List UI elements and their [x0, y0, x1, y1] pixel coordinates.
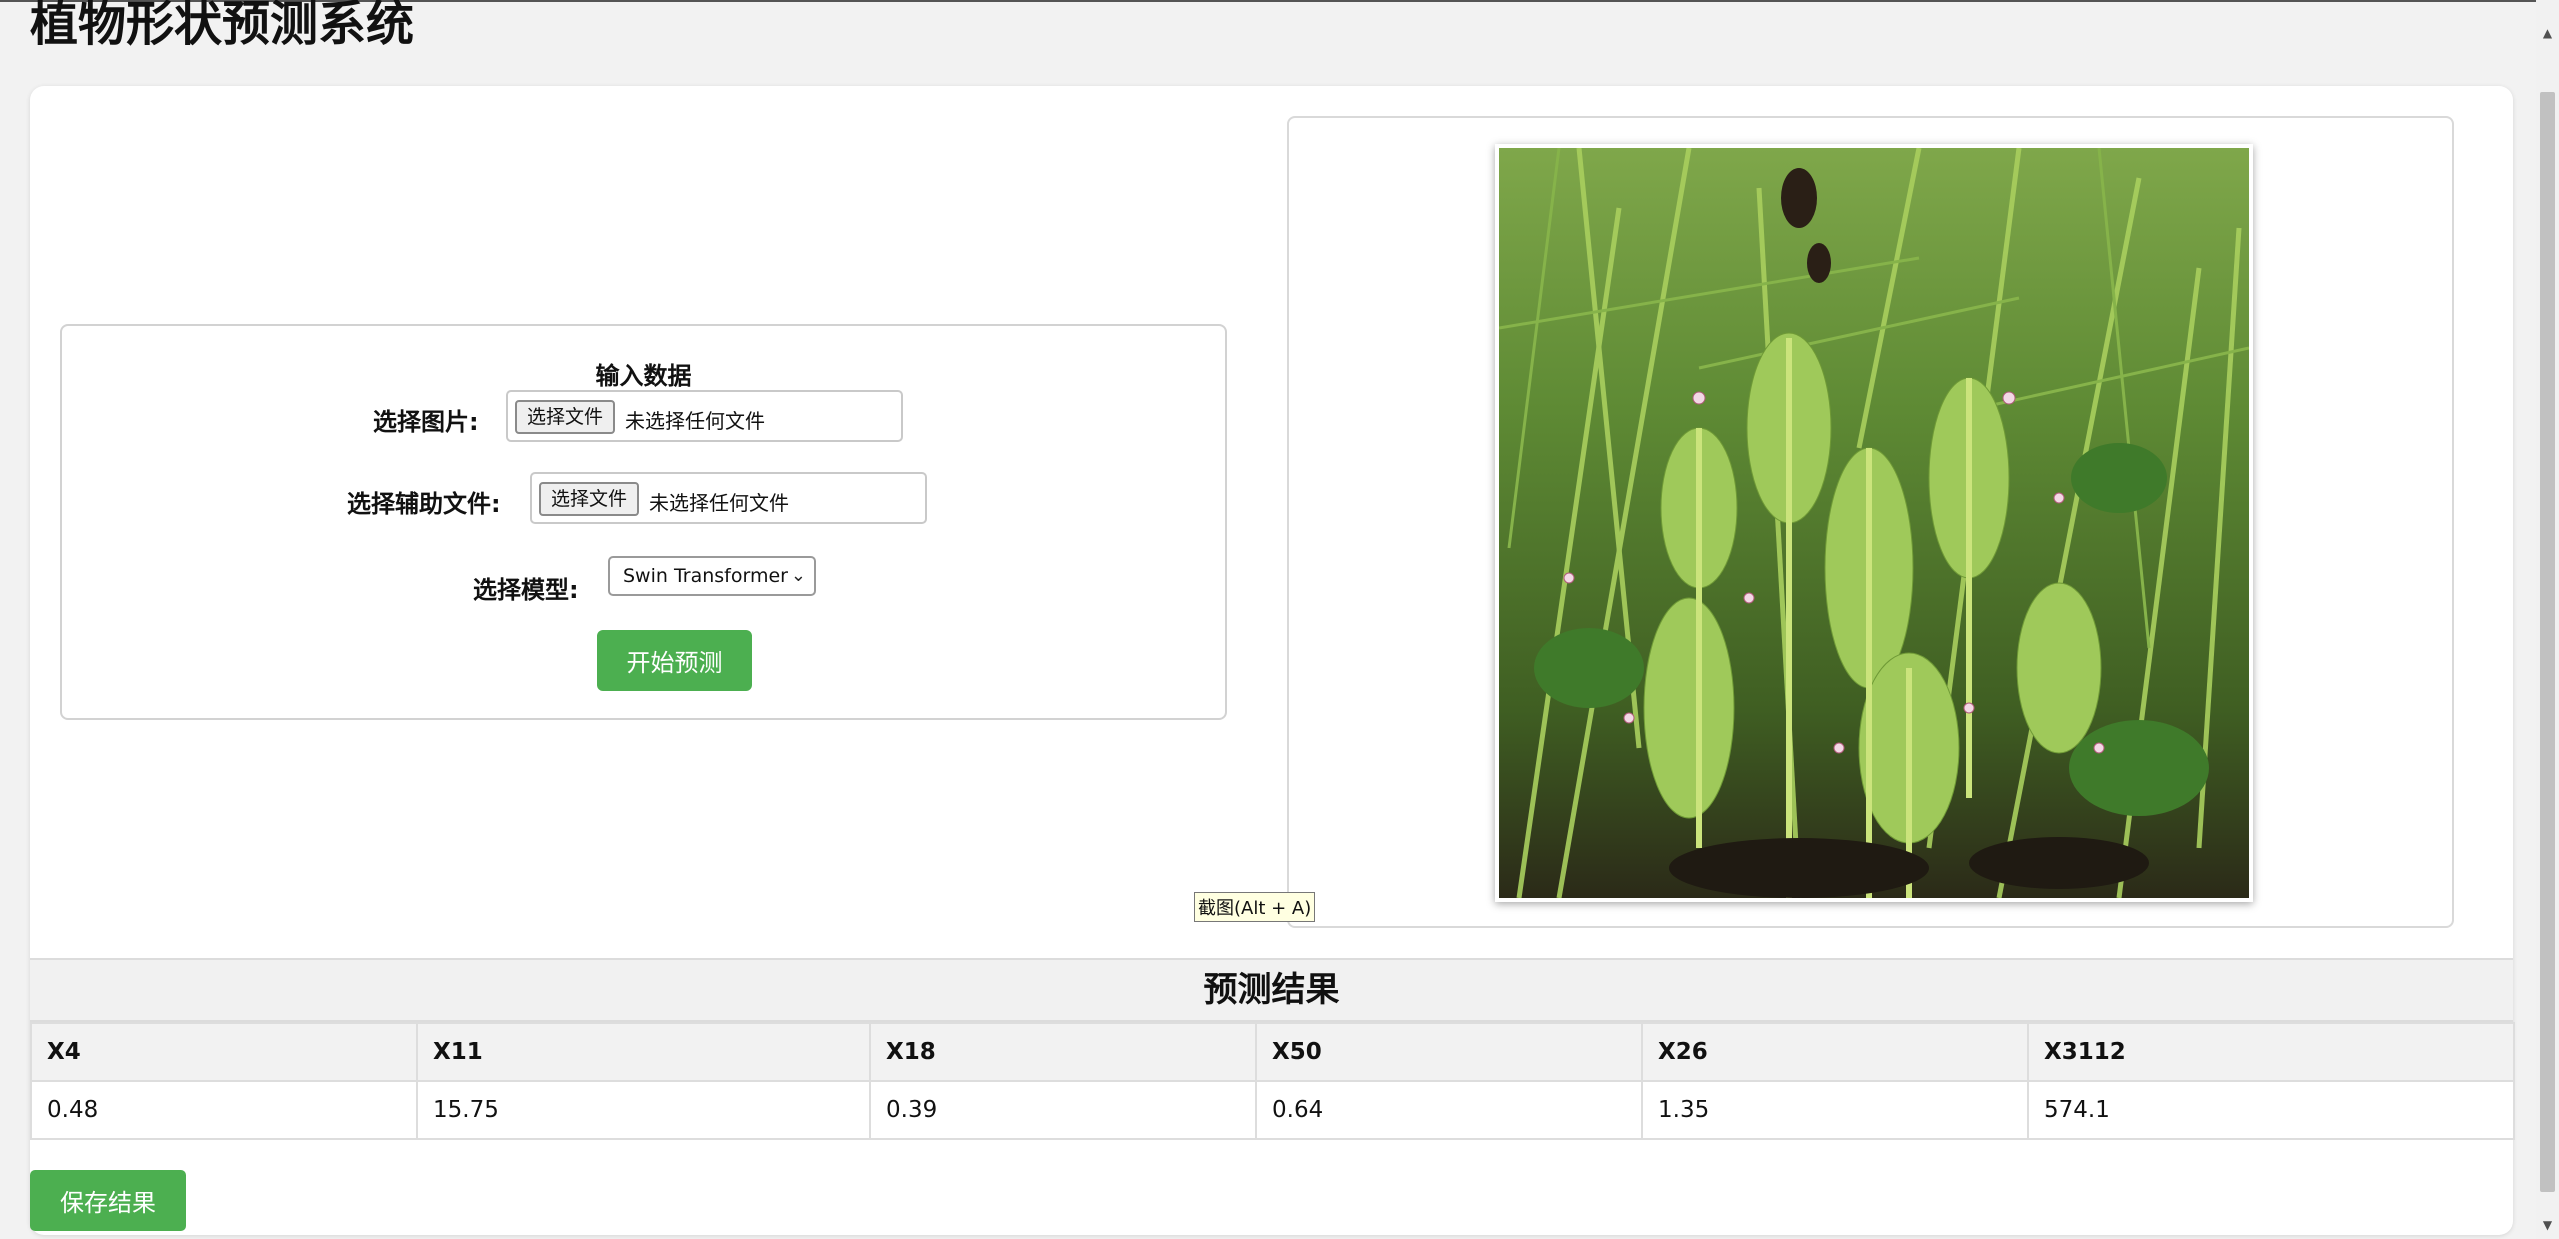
result-cell: 15.75 — [416, 1080, 871, 1140]
image-upload-row: 选择图片: 选择文件 未选择任何文件 — [62, 390, 1225, 442]
result-cell: 1.35 — [1641, 1080, 2029, 1140]
start-predict-button[interactable]: 开始预测 — [597, 630, 752, 691]
results-heading: 预测结果 — [30, 958, 2513, 1022]
results-table: X4 X11 X18 X50 X26 X3112 0.48 15.75 0.39… — [30, 1022, 2515, 1140]
screenshot-tooltip: 截图(Alt + A) — [1194, 892, 1316, 922]
input-form-panel: 输入数据 选择图片: 选择文件 未选择任何文件 选择辅助文件: 选择文件 未选择… — [60, 324, 1227, 720]
vertical-scrollbar[interactable]: ▲ ▼ — [2536, 0, 2559, 1239]
column-header: X18 — [869, 1022, 1257, 1082]
page-title: 植物形状预测系统 — [30, 0, 415, 52]
aux-upload-label: 选择辅助文件: — [347, 490, 501, 518]
save-results-button[interactable]: 保存结果 — [30, 1170, 186, 1231]
model-select-row: 选择模型: Swin Transformer ⌄ — [62, 556, 1225, 608]
column-header: X26 — [1641, 1022, 2029, 1082]
image-upload-label: 选择图片: — [373, 408, 479, 436]
scroll-up-arrow-icon[interactable]: ▲ — [2536, 22, 2559, 44]
model-select-label: 选择模型: — [473, 576, 579, 604]
image-file-input[interactable]: 选择文件 未选择任何文件 — [506, 390, 903, 442]
column-header: X3112 — [2027, 1022, 2515, 1082]
image-choose-file-button[interactable]: 选择文件 — [515, 400, 616, 434]
main-card: 输入数据 选择图片: 选择文件 未选择任何文件 选择辅助文件: 选择文件 未选择… — [30, 86, 2515, 1235]
form-heading: 输入数据 — [595, 362, 692, 390]
aux-file-status: 未选择任何文件 — [649, 491, 789, 515]
model-select[interactable]: Swin Transformer ⌄ — [608, 556, 816, 596]
scrollbar-thumb[interactable] — [2540, 92, 2555, 1192]
aux-upload-row: 选择辅助文件: 选择文件 未选择任何文件 — [62, 472, 1225, 524]
column-header: X4 — [30, 1022, 418, 1082]
column-header: X11 — [416, 1022, 871, 1082]
scroll-down-arrow-icon[interactable]: ▼ — [2536, 1214, 2559, 1236]
image-preview-panel — [1287, 116, 2454, 928]
aux-file-input[interactable]: 选择文件 未选择任何文件 — [530, 472, 927, 524]
result-cell: 574.1 — [2027, 1080, 2515, 1140]
result-cell: 0.64 — [1255, 1080, 1643, 1140]
chevron-down-icon: ⌄ — [790, 565, 806, 586]
image-file-status: 未选择任何文件 — [625, 409, 765, 433]
aux-choose-file-button[interactable]: 选择文件 — [539, 482, 640, 516]
model-select-value: Swin Transformer — [623, 565, 788, 587]
table-row: 0.48 15.75 0.39 0.64 1.35 574.1 — [30, 1080, 2515, 1140]
column-header: X50 — [1255, 1022, 1643, 1082]
plant-photo — [1495, 144, 2253, 902]
result-cell: 0.39 — [869, 1080, 1257, 1140]
results-header-row: X4 X11 X18 X50 X26 X3112 — [30, 1022, 2515, 1082]
result-cell: 0.48 — [30, 1080, 418, 1140]
